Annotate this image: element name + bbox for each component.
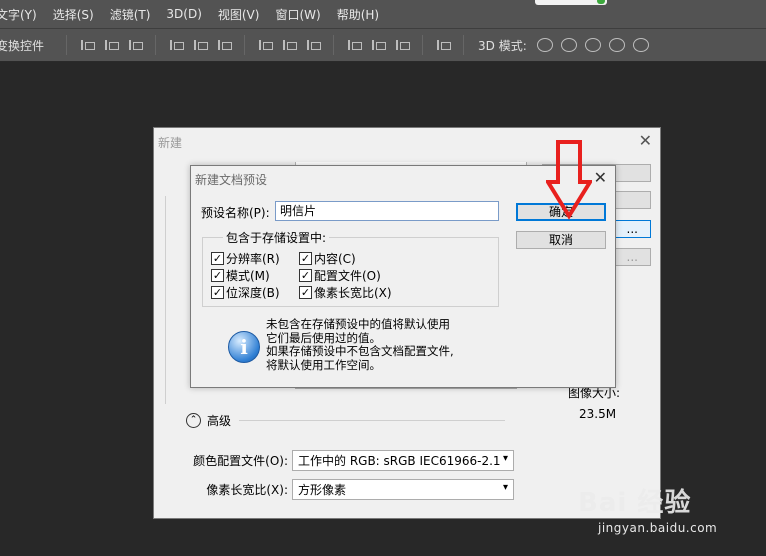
distribute-bottom-icon[interactable] bbox=[305, 38, 322, 52]
preset-name-input[interactable]: 明信片 bbox=[275, 201, 499, 221]
pixel-aspect-value: 方形像素 bbox=[298, 483, 347, 497]
color-profile-select[interactable]: 工作中的 RGB: sRGB IEC61966-2.1 ▾ bbox=[292, 450, 514, 471]
menu-view[interactable]: 视图(V) bbox=[210, 6, 268, 23]
dialog-title: 新建 bbox=[158, 136, 183, 150]
red-arrow-annotation-icon bbox=[546, 140, 592, 220]
checkbox-label: 分辨率(R) bbox=[226, 252, 280, 266]
align-vcenter-icon[interactable] bbox=[192, 38, 209, 52]
checkbox-pixel-aspect[interactable]: ✓ 像素长宽比(X) bbox=[299, 284, 392, 301]
separator bbox=[244, 35, 246, 55]
checkbox-label: 内容(C) bbox=[314, 252, 356, 266]
checkbox-mode[interactable]: ✓ 模式(M) bbox=[211, 267, 270, 284]
watermark-url: jingyan.baidu.com bbox=[598, 521, 718, 535]
transform-controls-label[interactable]: 变换控件 bbox=[0, 37, 44, 54]
checkbox-profile[interactable]: ✓ 配置文件(O) bbox=[299, 267, 381, 284]
3d-roll-icon[interactable] bbox=[560, 38, 577, 52]
info-line: 如果存储预设中不包含文档配置文件, bbox=[266, 344, 454, 358]
menu-bar: 文字(Y) 选择(S) 滤镜(T) 3D(D) 视图(V) 窗口(W) 帮助(H… bbox=[0, 0, 766, 28]
menu-window[interactable]: 窗口(W) bbox=[267, 6, 328, 23]
checkbox-check-icon[interactable]: ✓ bbox=[211, 269, 224, 282]
3d-mode-label: 3D 模式: bbox=[478, 38, 527, 53]
divider bbox=[239, 420, 506, 421]
menu-type[interactable]: 文字(Y) bbox=[0, 6, 45, 23]
group-legend: 包含于存储设置中: bbox=[223, 229, 330, 246]
menu-filter[interactable]: 滤镜(T) bbox=[102, 6, 159, 23]
watermark-logo: Bai 经验 bbox=[578, 488, 692, 518]
checkbox-check-icon[interactable]: ✓ bbox=[299, 252, 312, 265]
checkbox-label: 像素长宽比(X) bbox=[314, 286, 392, 300]
checkbox-check-icon[interactable]: ✓ bbox=[211, 252, 224, 265]
title-toggle[interactable] bbox=[535, 0, 607, 5]
pixel-aspect-select[interactable]: 方形像素 ▾ bbox=[292, 479, 514, 500]
close-icon[interactable]: ✕ bbox=[639, 131, 652, 150]
checkbox-resolution[interactable]: ✓ 分辨率(R) bbox=[211, 250, 280, 267]
checkbox-label: 位深度(B) bbox=[226, 286, 280, 300]
group-frame bbox=[165, 196, 167, 404]
info-line: 将默认使用工作空间。 bbox=[266, 357, 381, 372]
image-size-value: 23.5M bbox=[579, 407, 617, 421]
color-profile-value: 工作中的 RGB: sRGB IEC61966-2.1 bbox=[298, 454, 501, 468]
auto-align-icon[interactable] bbox=[435, 38, 452, 52]
separator bbox=[463, 35, 465, 55]
delete-preset-ellipsis: ... bbox=[626, 250, 638, 264]
checkbox-check-icon[interactable]: ✓ bbox=[211, 286, 224, 299]
3d-camera-icon[interactable] bbox=[632, 38, 649, 52]
3d-slide-icon[interactable] bbox=[608, 38, 625, 52]
chevron-down-icon: ▾ bbox=[502, 482, 508, 493]
save-preset-ellipsis: ... bbox=[626, 222, 638, 236]
chevron-up-icon[interactable]: ⌃ bbox=[186, 413, 201, 428]
checkbox-label: 配置文件(O) bbox=[314, 269, 381, 283]
pixel-aspect-label: 像素长宽比(X): bbox=[206, 483, 288, 497]
align-right-icon[interactable] bbox=[127, 38, 144, 52]
align-bottom-icon[interactable] bbox=[216, 38, 233, 52]
separator bbox=[155, 35, 157, 55]
align-left-icon[interactable] bbox=[79, 38, 96, 52]
distribute-left-icon[interactable] bbox=[346, 38, 363, 52]
preset-name-label: 预设名称(P): bbox=[201, 206, 270, 220]
checkbox-content[interactable]: ✓ 内容(C) bbox=[299, 250, 356, 267]
3d-pan-icon[interactable] bbox=[584, 38, 601, 52]
options-bar: 变换控件 3D 模式: bbox=[0, 28, 766, 62]
separator bbox=[66, 35, 68, 55]
baidu-jingyan-watermark: Bai 经验 jingyan.baidu.com bbox=[578, 482, 717, 535]
checkbox-check-icon[interactable]: ✓ bbox=[299, 269, 312, 282]
checkbox-check-icon[interactable]: ✓ bbox=[299, 286, 312, 299]
align-hcenter-icon[interactable] bbox=[103, 38, 120, 52]
separator bbox=[422, 35, 424, 55]
advanced-toggle[interactable]: ⌃ 高级 bbox=[186, 412, 506, 429]
3d-orbit-icon[interactable] bbox=[536, 38, 553, 52]
menu-select[interactable]: 选择(S) bbox=[45, 6, 102, 23]
menu-3d[interactable]: 3D(D) bbox=[158, 7, 209, 21]
color-profile-row: 颜色配置文件(O): 工作中的 RGB: sRGB IEC61966-2.1 ▾ bbox=[154, 450, 514, 471]
distribute-vcenter-icon[interactable] bbox=[281, 38, 298, 52]
checkbox-bit-depth[interactable]: ✓ 位深度(B) bbox=[211, 284, 280, 301]
advanced-label: 高级 bbox=[207, 414, 232, 428]
dialog-title: 新建文档预设 bbox=[195, 173, 268, 187]
info-line: 未包含在存储预设中的值将默认使用 bbox=[266, 317, 450, 331]
distribute-right-icon[interactable] bbox=[394, 38, 411, 52]
info-icon: i bbox=[228, 331, 260, 363]
info-line: 它们最后使用过的值。 bbox=[266, 330, 381, 345]
cancel-button[interactable]: 取消 bbox=[516, 231, 606, 249]
pixel-aspect-row: 像素长宽比(X): 方形像素 ▾ bbox=[154, 479, 514, 500]
distribute-hcenter-icon[interactable] bbox=[370, 38, 387, 52]
checkbox-label: 模式(M) bbox=[226, 269, 270, 283]
chevron-down-icon: ▾ bbox=[502, 453, 508, 464]
menu-help[interactable]: 帮助(H) bbox=[329, 6, 387, 23]
distribute-top-icon[interactable] bbox=[257, 38, 274, 52]
info-text: 未包含在存储预设中的值将默认使用 它们最后使用过的值。 如果存储预设中不包含文档… bbox=[266, 317, 454, 372]
toggle-dot bbox=[597, 0, 605, 4]
close-icon[interactable]: ✕ bbox=[594, 168, 607, 187]
align-top-icon[interactable] bbox=[168, 38, 185, 52]
separator bbox=[333, 35, 335, 55]
color-profile-label: 颜色配置文件(O): bbox=[193, 454, 288, 468]
